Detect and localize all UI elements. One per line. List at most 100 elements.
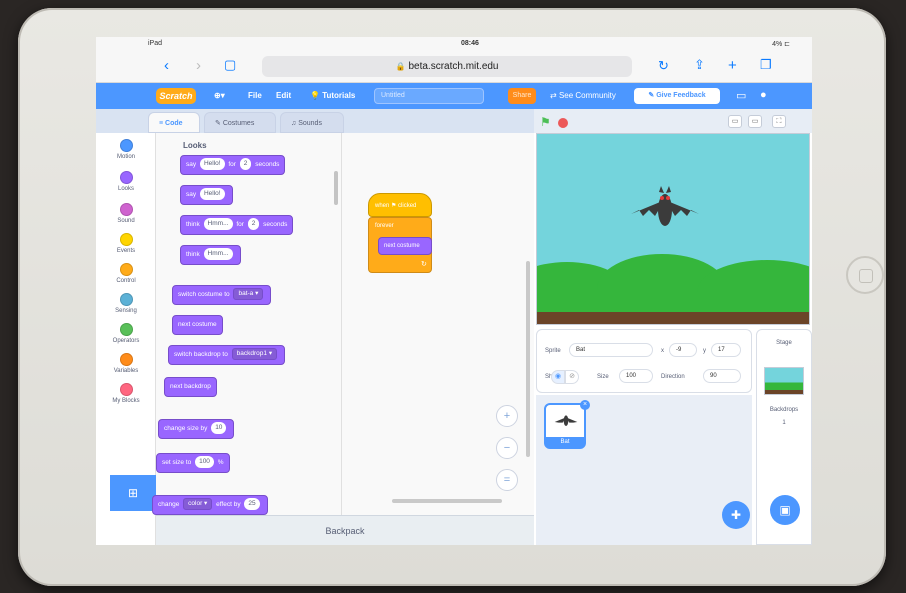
- folder-icon[interactable]: ▭: [736, 89, 746, 102]
- edit-menu[interactable]: Edit: [276, 91, 291, 100]
- category-my-blocks[interactable]: My Blocks: [96, 383, 156, 404]
- scratch-logo[interactable]: Scratch: [156, 88, 196, 104]
- category-operators[interactable]: Operators: [96, 323, 156, 344]
- book-icon[interactable]: ▢: [224, 57, 236, 73]
- block-switch-backdrop[interactable]: switch backdrop to backdrop1 ▾: [168, 345, 286, 365]
- category-motion[interactable]: Motion: [96, 139, 156, 160]
- category-control[interactable]: Control: [96, 263, 156, 284]
- block-set-size[interactable]: set size to 100 %: [156, 453, 230, 473]
- x-input[interactable]: -9: [669, 343, 697, 357]
- size-input[interactable]: 100: [619, 369, 653, 383]
- block-input[interactable]: 25: [244, 498, 260, 511]
- block-text: effect by: [216, 501, 241, 508]
- backpack[interactable]: Backpack: [156, 515, 534, 545]
- block-input[interactable]: Hmm...: [203, 248, 233, 261]
- see-community-button[interactable]: ⇄ See Community: [550, 91, 616, 100]
- home-button[interactable]: [846, 256, 884, 294]
- project-title-input[interactable]: Untitled: [374, 88, 484, 104]
- block-text: set size to: [162, 459, 192, 466]
- block-change-size[interactable]: change size by 10: [158, 419, 235, 439]
- block-input[interactable]: Hello!: [199, 188, 225, 201]
- block-next-costume[interactable]: next costume: [172, 315, 223, 335]
- block-say-for[interactable]: say Hello! for 2 seconds: [180, 155, 286, 175]
- delete-sprite-icon[interactable]: ×: [580, 400, 590, 410]
- block-switch-costume[interactable]: switch costume to bat-a ▾: [172, 285, 272, 305]
- backdrop-thumbnail[interactable]: [764, 367, 804, 395]
- zoom-reset-icon: =: [503, 474, 511, 486]
- block-text: think: [186, 251, 200, 258]
- add-sprite-button[interactable]: ✚: [722, 501, 750, 529]
- share-icon[interactable]: ⇪: [694, 57, 705, 73]
- stage-canvas[interactable]: [536, 133, 810, 325]
- tab-sounds[interactable]: ♫ Sounds: [280, 112, 344, 133]
- give-feedback-button[interactable]: ✎ Give Feedback: [634, 88, 720, 104]
- add-extension-button[interactable]: ⊞: [110, 475, 156, 511]
- y-input[interactable]: 17: [711, 343, 741, 357]
- small-stage-button[interactable]: ▭: [728, 115, 742, 128]
- url-text: beta.scratch.mit.edu: [408, 61, 499, 72]
- language-menu[interactable]: ⊕▾: [214, 91, 225, 100]
- add-backdrop-button[interactable]: ▣: [770, 495, 800, 525]
- editor-tabs: ≡ Code ✎ Costumes ♫ Sounds: [96, 109, 534, 133]
- chevron-right-icon[interactable]: ›: [196, 57, 201, 74]
- costume-dropdown[interactable]: bat-a ▾: [233, 288, 264, 301]
- eye-icon[interactable]: ◉: [551, 370, 565, 384]
- chevron-left-icon[interactable]: ‹: [164, 57, 169, 74]
- address-bar[interactable]: 🔒 beta.scratch.mit.edu: [262, 56, 632, 77]
- large-stage-button[interactable]: ▭: [748, 115, 762, 128]
- backdrop-dropdown[interactable]: backdrop1 ▾: [231, 348, 278, 361]
- workspace-vertical-scrollbar[interactable]: [526, 261, 530, 457]
- block-change-effect[interactable]: change color ▾ effect by 25: [152, 495, 268, 515]
- block-input[interactable]: 2: [239, 158, 252, 171]
- plus-icon[interactable]: +: [728, 57, 737, 74]
- tutorials-button[interactable]: 💡 Tutorials: [310, 91, 355, 100]
- workspace-horizontal-scrollbar[interactable]: [392, 499, 502, 503]
- block-think[interactable]: think Hmm...: [180, 245, 241, 265]
- when-flag-clicked-block[interactable]: when ⚑ clicked: [368, 193, 432, 217]
- stop-sign-icon[interactable]: [558, 118, 568, 128]
- block-think-for[interactable]: think Hmm... for 2 seconds: [180, 215, 294, 235]
- account-icon[interactable]: ●: [760, 89, 767, 101]
- block-input[interactable]: 100: [195, 456, 214, 469]
- zoom-reset-button[interactable]: =: [496, 469, 518, 491]
- bat-sprite[interactable]: [629, 184, 701, 238]
- share-button[interactable]: Share: [508, 88, 536, 104]
- y-label: y: [703, 348, 706, 354]
- effect-dropdown[interactable]: color ▾: [183, 498, 213, 511]
- sprite-tile[interactable]: Bat: [544, 403, 586, 449]
- hidden-eye-icon[interactable]: ⊘: [565, 370, 579, 384]
- tabs-icon[interactable]: ❐: [760, 57, 772, 73]
- reload-icon[interactable]: ↻: [658, 58, 669, 74]
- next-costume-script-block[interactable]: next costume: [378, 237, 432, 255]
- palette-scrollbar[interactable]: [334, 171, 338, 205]
- green-flag-icon[interactable]: ⚑: [540, 115, 551, 129]
- tab-costumes[interactable]: ✎ Costumes: [204, 112, 276, 133]
- block-input[interactable]: Hello!: [199, 158, 225, 171]
- block-input[interactable]: Hmm...: [203, 218, 233, 231]
- category-sensing[interactable]: Sensing: [96, 293, 156, 314]
- category-variables[interactable]: Variables: [96, 353, 156, 374]
- block-text: seconds: [263, 221, 288, 228]
- category-sound[interactable]: Sound: [96, 203, 156, 224]
- tab-code[interactable]: ≡ Code: [148, 112, 200, 133]
- block-say[interactable]: say Hello!: [180, 185, 233, 205]
- category-looks[interactable]: Looks: [96, 171, 156, 192]
- zoom-in-button[interactable]: +: [496, 405, 518, 427]
- ground: [537, 294, 809, 314]
- stage-panel-title: Stage: [776, 340, 792, 346]
- lock-icon: 🔒: [395, 62, 406, 71]
- battery-indicator: 4% ⊏: [772, 41, 790, 48]
- sprite-name-input[interactable]: Bat: [569, 343, 653, 357]
- image-icon: ▣: [779, 503, 791, 517]
- block-input[interactable]: 10: [211, 422, 227, 435]
- category-events[interactable]: Events: [96, 233, 156, 254]
- my-blocks-dot-icon: [119, 383, 133, 396]
- zoom-out-button[interactable]: −: [496, 437, 518, 459]
- file-menu[interactable]: File: [248, 91, 262, 100]
- category-label: Variables: [113, 368, 139, 374]
- fullscreen-button[interactable]: ⛶: [772, 115, 786, 128]
- ipad-screen: iPad 08:46 4% ⊏ ‹ › ▢ 🔒 beta.scratch.mit.…: [96, 37, 812, 545]
- block-input[interactable]: 2: [247, 218, 260, 231]
- block-next-backdrop[interactable]: next backdrop: [164, 377, 217, 397]
- direction-input[interactable]: 90: [703, 369, 741, 383]
